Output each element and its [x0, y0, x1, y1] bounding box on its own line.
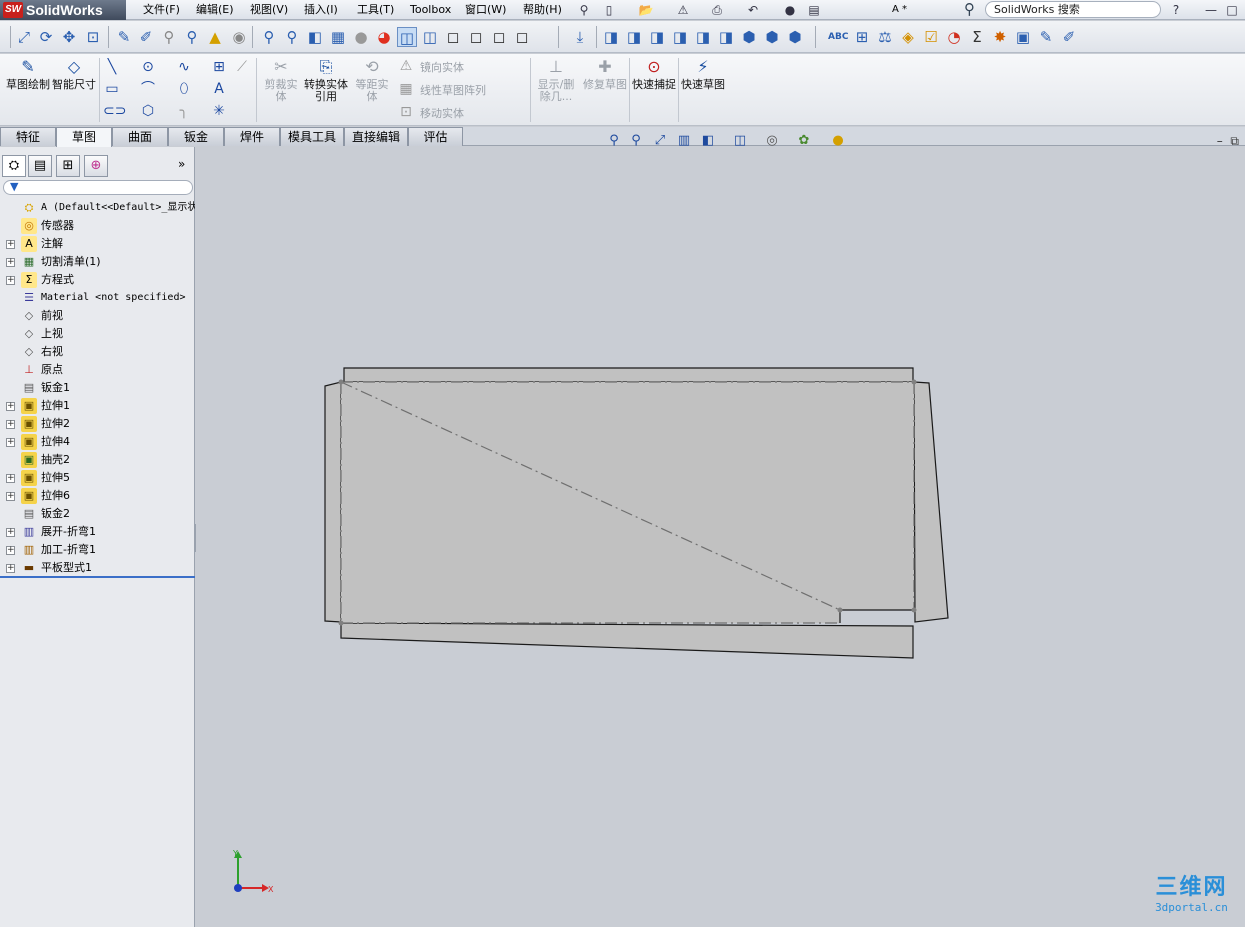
triad-x-label: X [268, 885, 274, 893]
corner-point [837, 607, 843, 613]
bottom-flange [340, 622, 914, 659]
watermark-url: 3dportal.cn [1155, 901, 1228, 914]
left-flange [324, 381, 342, 623]
corner-point [338, 379, 344, 385]
watermark: 三维网 3dportal.cn [1144, 875, 1239, 920]
top-flange [343, 367, 914, 383]
notch-edge [839, 609, 914, 623]
triad-y-label: Y [232, 849, 238, 858]
flat-pattern-body[interactable] [324, 367, 949, 659]
corner-point [911, 379, 917, 385]
corner-point [911, 607, 917, 613]
right-flange [913, 381, 949, 623]
flat-pattern-drawing [324, 367, 949, 659]
base-face [341, 382, 914, 623]
corner-point [338, 620, 344, 626]
watermark-title: 三维网 [1155, 875, 1228, 900]
reference-triad: Y X [232, 849, 274, 893]
